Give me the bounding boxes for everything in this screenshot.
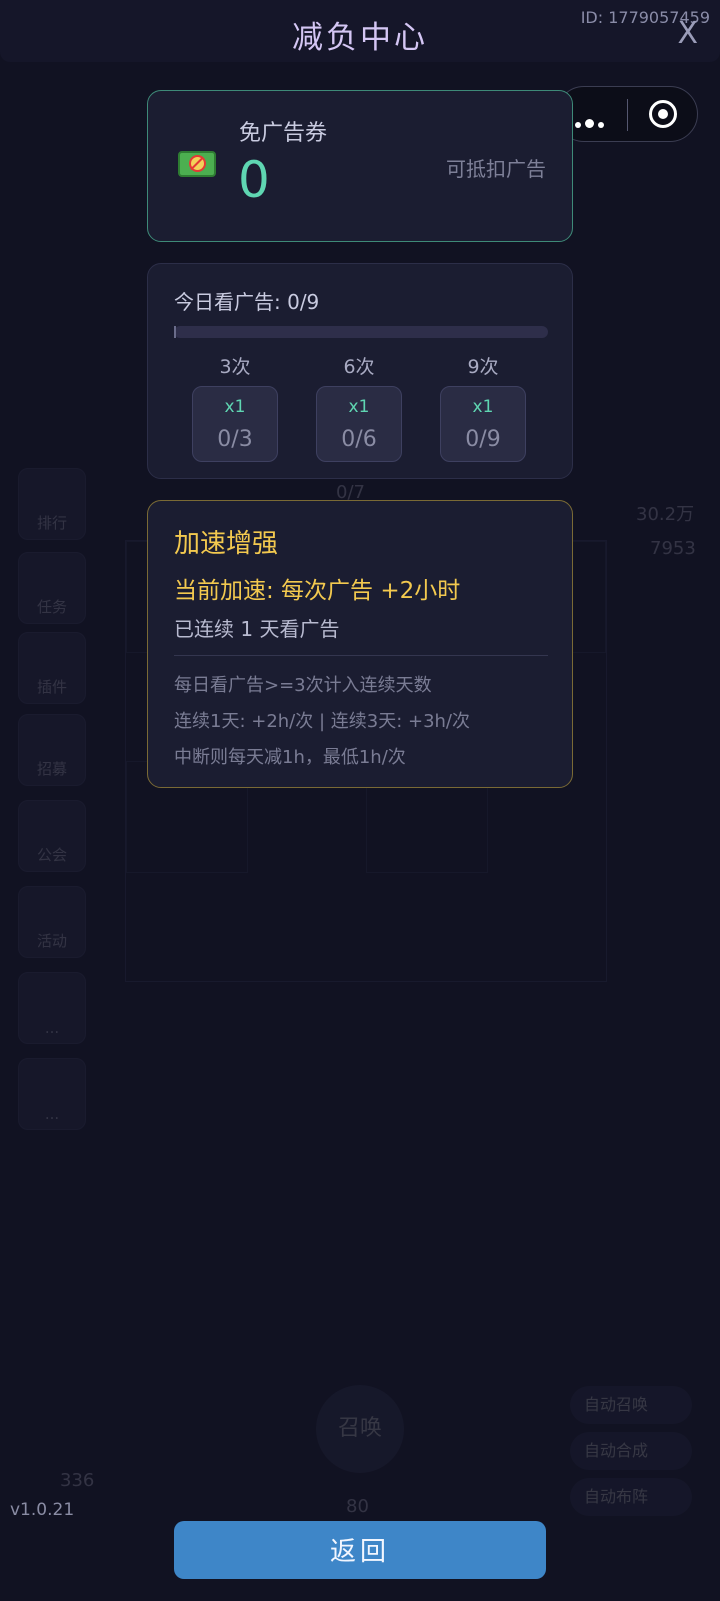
boost-current: 当前加速: 每次广告 +2小时 xyxy=(174,578,461,604)
bg-summon-button: 召唤 xyxy=(316,1385,404,1473)
no-ad-ticket-icon xyxy=(178,151,216,177)
milestone-reward: x1 xyxy=(472,397,494,417)
boost-rule: 每日看广告>=3次计入连续天数 xyxy=(174,675,432,696)
header-bar: 减负中心 ID: 1779057459 X xyxy=(0,0,720,62)
coupon-hint: 可抵扣广告 xyxy=(446,157,546,181)
daily-ads-label: 今日看广告: 0/9 xyxy=(174,290,320,314)
bg-side-button: 活动 xyxy=(18,886,86,958)
milestone-reward-box[interactable]: x1 0/9 xyxy=(440,386,526,462)
more-options-icon[interactable] xyxy=(575,113,608,132)
miniprogram-capsule xyxy=(556,86,698,142)
bg-gems: 336 xyxy=(60,1470,95,1491)
coupon-count: 0 xyxy=(238,151,270,209)
bg-side-button: 任务 xyxy=(18,552,86,624)
bg-auto-toggle: 自动召唤 xyxy=(570,1386,692,1424)
close-button[interactable]: X xyxy=(677,16,698,51)
milestone-reward-box[interactable]: x1 0/6 xyxy=(316,386,402,462)
bg-side-button: 插件 xyxy=(18,632,86,704)
bg-summon-cost: 80 xyxy=(346,1496,369,1517)
back-button[interactable]: 返回 xyxy=(174,1521,546,1579)
boost-card: 加速增强 当前加速: 每次广告 +2小时 已连续 1 天看广告 每日看广告>=3… xyxy=(147,500,573,788)
version-label: v1.0.21 xyxy=(10,1500,75,1520)
milestone-reward: x1 xyxy=(224,397,246,417)
milestone-label: 3次 xyxy=(219,356,251,378)
capsule-divider xyxy=(627,99,628,131)
milestone-count: 0/3 xyxy=(217,427,253,452)
milestone-label: 6次 xyxy=(343,356,375,378)
divider xyxy=(174,655,548,656)
bg-side-button: ... xyxy=(18,972,86,1044)
bg-stat: 30.2万 xyxy=(636,504,695,525)
coupon-label: 免广告券 xyxy=(239,121,328,146)
milestone-3[interactable]: 3次 x1 0/3 xyxy=(192,352,278,462)
bg-auto-toggle: 自动合成 xyxy=(570,1432,692,1470)
milestone-reward: x1 xyxy=(348,397,370,417)
bg-side-button: 排行 xyxy=(18,468,86,540)
milestone-count: 0/6 xyxy=(341,427,377,452)
milestone-reward-box[interactable]: x1 0/3 xyxy=(192,386,278,462)
daily-ads-card: 今日看广告: 0/9 3次 x1 0/3 6次 x1 0/6 9次 x1 0/9 xyxy=(147,263,573,479)
bg-side-button: 公会 xyxy=(18,800,86,872)
boost-streak: 已连续 1 天看广告 xyxy=(174,617,340,641)
bg-side-button: 招募 xyxy=(18,714,86,786)
milestone-label: 9次 xyxy=(467,356,499,378)
bg-side-button: ... xyxy=(18,1058,86,1130)
bg-auto-toggle: 自动布阵 xyxy=(570,1478,692,1516)
milestone-9[interactable]: 9次 x1 0/9 xyxy=(440,352,526,462)
daily-ads-progress-bar xyxy=(174,326,548,338)
boost-rule: 连续1天: +2h/次 | 连续3天: +3h/次 xyxy=(174,711,470,732)
bg-stat: 7953 xyxy=(650,538,696,559)
milestone-count: 0/9 xyxy=(465,427,501,452)
ad-coupon-card: 免广告券 0 可抵扣广告 xyxy=(147,90,573,242)
close-miniprogram-icon[interactable] xyxy=(649,100,677,128)
boost-title: 加速增强 xyxy=(174,529,279,559)
milestone-6[interactable]: 6次 x1 0/6 xyxy=(316,352,402,462)
boost-rule: 中断则每天减1h，最低1h/次 xyxy=(174,747,406,768)
progress-start-marker xyxy=(174,326,176,338)
